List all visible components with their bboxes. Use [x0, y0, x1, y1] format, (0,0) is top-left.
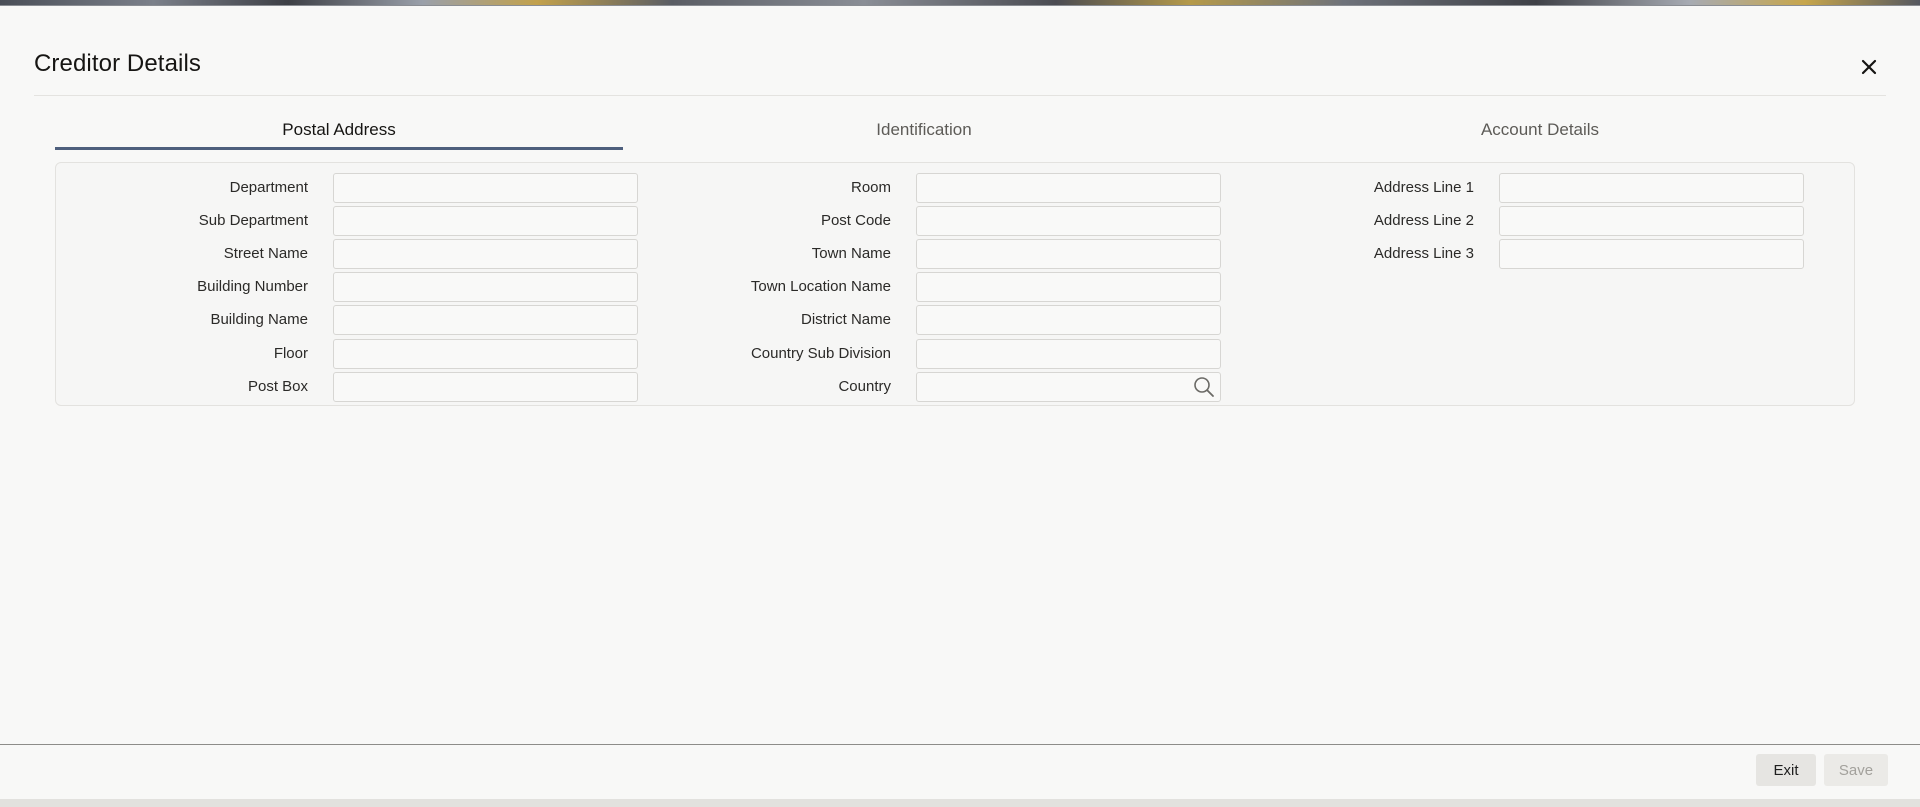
tab-bar: Postal Address Identification Account De… — [55, 108, 1855, 150]
address-line-2-field[interactable] — [1499, 206, 1804, 236]
building-number-field[interactable] — [333, 272, 638, 302]
room-field[interactable] — [916, 173, 1221, 203]
town-location-name-label: Town Location Name — [750, 278, 891, 295]
address-line-1-field[interactable] — [1499, 173, 1804, 203]
town-name-field[interactable] — [916, 239, 1221, 269]
sub-department-label: Sub Department — [198, 212, 308, 229]
floor-label: Floor — [273, 345, 308, 362]
address-line-3-label: Address Line 3 — [1373, 245, 1474, 262]
department-field[interactable] — [333, 173, 638, 203]
country-sub-division-label: Country Sub Division — [750, 345, 891, 362]
district-name-field[interactable] — [916, 305, 1221, 335]
building-name-field[interactable] — [333, 305, 638, 335]
footer-divider — [0, 744, 1920, 745]
tab-postal-address[interactable]: Postal Address — [55, 108, 623, 150]
post-box-field[interactable] — [333, 372, 638, 402]
address-line-2-label: Address Line 2 — [1373, 212, 1474, 229]
tab-label: Account Details — [1480, 120, 1600, 139]
close-button[interactable] — [1855, 53, 1883, 81]
tab-label: Identification — [876, 120, 972, 139]
address-line-1-label: Address Line 1 — [1373, 179, 1474, 196]
title-divider — [34, 95, 1886, 96]
street-name-label: Street Name — [223, 245, 308, 262]
town-location-name-field[interactable] — [916, 272, 1221, 302]
post-code-field[interactable] — [916, 206, 1221, 236]
country-sub-division-field[interactable] — [916, 339, 1221, 369]
country-label: Country — [838, 378, 891, 395]
room-label: Room — [850, 179, 891, 196]
exit-button[interactable]: Exit — [1756, 754, 1816, 786]
post-code-label: Post Code — [820, 212, 891, 229]
building-name-label: Building Name — [210, 311, 308, 328]
search-icon[interactable] — [1193, 376, 1215, 398]
building-number-label: Building Number — [197, 278, 308, 295]
town-name-label: Town Name — [811, 245, 891, 262]
window-bottom-bar — [0, 799, 1920, 807]
close-icon — [1861, 59, 1877, 75]
save-button[interactable]: Save — [1824, 754, 1888, 786]
district-name-label: District Name — [800, 311, 891, 328]
department-label: Department — [229, 179, 308, 196]
street-name-field[interactable] — [333, 239, 638, 269]
tab-identification[interactable]: Identification — [640, 108, 1208, 150]
post-box-label: Post Box — [247, 378, 308, 395]
tab-label: Postal Address — [282, 120, 396, 139]
country-field[interactable] — [916, 372, 1221, 402]
creditor-details-dialog: Creditor Details Postal Address Identifi… — [0, 6, 1920, 801]
sub-department-field[interactable] — [333, 206, 638, 236]
tab-account-details[interactable]: Account Details — [1240, 108, 1840, 150]
dialog-title: Creditor Details — [34, 50, 201, 77]
floor-field[interactable] — [333, 339, 638, 369]
address-line-3-field[interactable] — [1499, 239, 1804, 269]
postal-address-panel: Department Sub Department Street Name Bu… — [55, 162, 1855, 406]
